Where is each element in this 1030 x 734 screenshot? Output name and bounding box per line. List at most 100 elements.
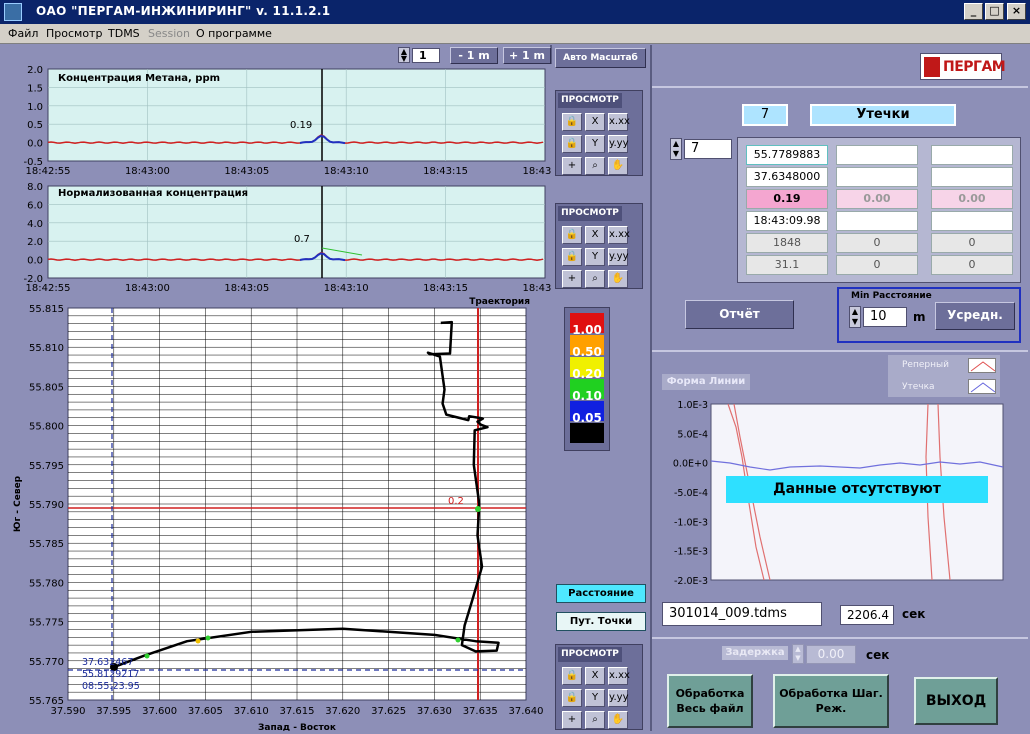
menu-file[interactable]: Файл (8, 27, 38, 40)
view-toolbar-1: ПРОСМОТР 🔒 X x.xx 🔒 Y y.yy + ⌕ ✋ (555, 90, 643, 176)
waypoints-mode-button[interactable]: Пут. Точки (556, 612, 646, 631)
logo-text: ПЕРГАМ (943, 59, 1006, 75)
logo: ПЕРГАМ (920, 53, 1006, 80)
y-tick-label: -2.0E-3 (674, 576, 708, 585)
lock-icon[interactable]: 🔒 (562, 113, 582, 131)
y-scale-icon[interactable]: Y (585, 248, 605, 266)
distance-mode-button[interactable]: Расстояние (556, 584, 646, 603)
leak-count: 7 (742, 104, 788, 126)
leak-cell: 0 (931, 255, 1013, 275)
y-tick-label: 55.770 (29, 657, 64, 668)
x-tick-label: 18:43:00 (125, 283, 170, 294)
leak-cell: 0.00 (931, 189, 1013, 209)
average-button[interactable]: Усредн. (935, 302, 1015, 330)
pan-hand-icon[interactable]: ✋ (608, 711, 628, 729)
y-tick-label: 0.0 (27, 256, 43, 267)
x-tick-label: 18:43:20 (523, 166, 552, 177)
leak-index-input[interactable]: 7 (684, 139, 732, 159)
lock-icon-2[interactable]: 🔒 (562, 135, 582, 153)
delay-input[interactable]: 0.00 (806, 645, 856, 664)
x-scale-icon[interactable]: X (585, 226, 605, 244)
cursor-lon: 37.632467 (82, 657, 133, 668)
color-scale: 1.00 0.50 0.20 0.10 0.05 (564, 307, 610, 451)
y-format-icon[interactable]: y.yy (608, 248, 629, 266)
app-icon (4, 3, 22, 21)
x-format-icon[interactable]: x.xx (608, 113, 630, 131)
color-scale-swatch: 0.05 (570, 401, 604, 425)
pan-hand-icon[interactable]: ✋ (608, 157, 628, 175)
leak-table: 55.7789883 37.6348000 0.19 18:43:09.98 1848 3… (737, 137, 1021, 283)
methane-chart: 2.0 1.5 1.0 0.5 0.0 -0.5 18:42:55 18:43:00 18:4… (2, 64, 567, 182)
duration-field: 2206.4 (840, 605, 894, 625)
x-tick-label: 18:42:55 (26, 166, 71, 177)
delay-spinner[interactable]: ▲ ▼ (792, 644, 804, 664)
minus-1m-button[interactable]: - 1 m (450, 47, 498, 64)
methane-peak-label: 0.19 (290, 120, 312, 131)
shape-label: Форма Линии (662, 374, 750, 390)
y-format-icon[interactable]: y.yy (608, 135, 629, 153)
process-step-button[interactable]: Обработка Шаг. Реж. (773, 674, 889, 728)
y-tick-label: 4.0 (27, 219, 43, 230)
y-format-icon[interactable]: y.yy (608, 689, 629, 707)
report-button[interactable]: Отчёт (685, 300, 794, 329)
y-tick-label: 55.810 (29, 343, 64, 354)
auto-scale-button[interactable]: Авто Масштаб (555, 48, 646, 68)
leak-cell: 0 (931, 233, 1013, 253)
color-scale-swatch: 0.20 (570, 357, 604, 381)
menu-bar: Файл Просмотр TDMS Session О программе (0, 24, 1030, 44)
y-tick-label: -5.0E-4 (674, 488, 708, 499)
close-button[interactable]: × (1007, 3, 1026, 20)
step-spinner[interactable]: ▲ ▼ (398, 47, 410, 63)
plus-1m-button[interactable]: + 1 m (503, 47, 551, 64)
zoom-icon[interactable]: ⌕ (585, 270, 605, 288)
x-scale-icon[interactable]: X (585, 113, 605, 131)
min-distance-input[interactable]: 10 (863, 307, 907, 327)
leak-cell (836, 167, 918, 187)
exit-button[interactable]: ВЫХОД (914, 677, 998, 725)
cursor-icon[interactable]: + (562, 157, 582, 175)
min-distance-group: Min Расстояние ▲ ▼ 10 m Усредн. (837, 287, 1021, 343)
min-distance-spinner[interactable]: ▲ ▼ (849, 306, 861, 328)
cursor-icon[interactable]: + (562, 270, 582, 288)
x-tick-label: 37.630 (417, 706, 452, 717)
cursor-icon[interactable]: + (562, 711, 582, 729)
leak-cell: 0 (836, 255, 918, 275)
menu-session[interactable]: Session (148, 27, 190, 40)
process-all-button[interactable]: Обработка Весь файл (667, 674, 753, 728)
color-scale-swatch: 0.10 (570, 379, 604, 403)
zoom-icon[interactable]: ⌕ (585, 711, 605, 729)
methane-chart-title: Концентрация Метана, ppm (58, 73, 220, 84)
logo-mark-icon (924, 57, 940, 77)
leak-cell: 0 (836, 233, 918, 253)
x-scale-icon[interactable]: X (585, 667, 605, 685)
color-scale-swatch (570, 423, 604, 443)
lock-icon[interactable]: 🔒 (562, 226, 582, 244)
maximize-button[interactable]: □ (985, 3, 1004, 20)
x-tick-label: 37.635 (463, 706, 498, 717)
menu-tdms[interactable]: TDMS (108, 27, 140, 40)
x-tick-label: 37.615 (280, 706, 315, 717)
leaks-label: Утечки (810, 104, 956, 126)
divider (652, 637, 1028, 639)
lock-icon[interactable]: 🔒 (562, 667, 582, 685)
zoom-icon[interactable]: ⌕ (585, 157, 605, 175)
menu-about[interactable]: О программе (196, 27, 272, 40)
lock-icon-2[interactable]: 🔒 (562, 248, 582, 266)
y-tick-label: 0.5 (27, 120, 43, 131)
x-format-icon[interactable]: x.xx (608, 667, 630, 685)
menu-view[interactable]: Просмотр (46, 27, 102, 40)
y-tick-label: 55.785 (29, 539, 64, 550)
step-input[interactable]: 1 (412, 48, 440, 63)
x-format-icon[interactable]: x.xx (608, 226, 630, 244)
y-tick-label: 55.790 (29, 500, 64, 511)
lock-icon-2[interactable]: 🔒 (562, 689, 582, 707)
y-scale-icon[interactable]: Y (585, 135, 605, 153)
x-tick-label: 18:43:15 (423, 166, 468, 177)
pan-hand-icon[interactable]: ✋ (608, 270, 628, 288)
legend-leak-label: Утечка (902, 382, 935, 392)
leak-index-spinner[interactable]: ▲ ▼ (670, 138, 682, 160)
minimize-button[interactable]: _ (964, 3, 983, 20)
y-scale-icon[interactable]: Y (585, 689, 605, 707)
normalized-chart-title: Нормализованная концентрация (58, 188, 248, 199)
view-label-3: ПРОСМОТР (558, 647, 622, 662)
